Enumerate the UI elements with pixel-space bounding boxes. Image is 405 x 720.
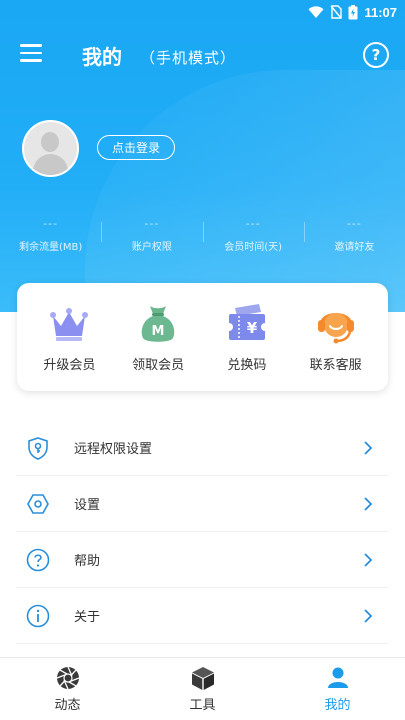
wifi-icon — [308, 5, 324, 18]
redeem-code-button[interactable]: ¥ 兑换码 — [206, 302, 288, 373]
settings-menu: 远程权限设置 设置 帮助 关于 — [16, 420, 389, 644]
card-label: 领取会员 — [132, 357, 185, 373]
stat-value: --- — [144, 217, 160, 230]
chevron-right-icon — [364, 496, 373, 511]
help-icon[interactable]: ? — [363, 42, 389, 68]
money-bag-icon: M — [141, 305, 175, 342]
menu-item-about[interactable]: 关于 — [16, 588, 389, 644]
stat-value: --- — [245, 217, 261, 230]
stat-label: 账户权限 — [131, 242, 172, 253]
status-bar: 11:07 — [0, 0, 405, 24]
stat-remaining-traffic[interactable]: --- 剩余流量(MB) — [0, 218, 101, 258]
menu-icon[interactable] — [20, 44, 42, 62]
aperture-icon — [56, 666, 79, 690]
bottom-tab-bar: 动态 工具 我的 — [0, 657, 405, 720]
help-symbol: ? — [371, 46, 381, 64]
headset-icon — [317, 312, 354, 343]
no-sim-icon — [330, 5, 343, 19]
cube-icon — [191, 667, 214, 690]
info-icon — [26, 604, 50, 627]
stat-invite-friends[interactable]: --- 邀请好友 — [303, 217, 405, 258]
svg-text:M: M — [152, 324, 165, 339]
hex-settings-icon — [27, 493, 49, 514]
card-label: 联系客服 — [309, 357, 362, 373]
person-icon — [327, 667, 348, 688]
header-decoration — [85, 70, 405, 312]
tab-mine[interactable]: 我的 — [270, 658, 405, 720]
upgrade-member-button[interactable]: 升级会员 — [28, 302, 110, 373]
chevron-right-icon — [364, 608, 373, 623]
stat-member-days[interactable]: --- 会员时间(天) — [202, 217, 304, 258]
chevron-right-icon — [364, 552, 373, 567]
quick-actions-card: 升级会员 M 领取会员 ¥ 兑换码 联系客服 — [17, 283, 388, 391]
menu-item-label: 关于 — [74, 610, 101, 625]
svg-text:¥: ¥ — [247, 319, 258, 337]
battery-charging-icon — [348, 4, 358, 19]
stat-label: 会员时间(天) — [224, 242, 283, 253]
tab-feed[interactable]: 动态 — [0, 658, 135, 720]
tab-label: 动态 — [54, 698, 81, 713]
chevron-right-icon — [364, 440, 373, 455]
card-label: 兑换码 — [227, 357, 267, 373]
contact-support-button[interactable]: 联系客服 — [295, 302, 377, 373]
menu-item-remote-permission[interactable]: 远程权限设置 — [16, 420, 389, 476]
page-title: 我的 — [82, 45, 122, 69]
menu-item-label: 远程权限设置 — [74, 442, 153, 457]
card-label: 升级会员 — [43, 357, 96, 373]
shield-key-icon — [28, 436, 48, 460]
tab-label: 工具 — [189, 698, 216, 713]
app-bar: 我的 （手机模式） ? — [0, 30, 405, 80]
stat-account-permission[interactable]: --- 账户权限 — [101, 218, 202, 258]
tab-label: 我的 — [324, 698, 351, 713]
login-button[interactable]: 点击登录 — [97, 135, 175, 160]
menu-item-settings[interactable]: 设置 — [16, 476, 389, 532]
ticket-icon: ¥ — [224, 303, 269, 340]
tab-tools[interactable]: 工具 — [135, 658, 270, 720]
crown-icon — [50, 307, 89, 341]
menu-item-help[interactable]: 帮助 — [16, 532, 389, 588]
claim-member-button[interactable]: M 领取会员 — [117, 302, 199, 373]
stat-value: --- — [43, 217, 59, 230]
stat-label: 剩余流量(MB) — [18, 242, 83, 253]
menu-item-label: 帮助 — [74, 554, 101, 569]
profile-header: 11:07 我的 （手机模式） ? 点击登录 --- 剩余流量(MB) --- … — [0, 0, 405, 312]
status-time: 11:07 — [364, 4, 397, 20]
stat-label: 邀请好友 — [334, 242, 375, 253]
avatar[interactable] — [22, 120, 79, 177]
page-subtitle: （手机模式） — [140, 49, 237, 67]
stats-row: --- 剩余流量(MB) --- 账户权限 --- 会员时间(天) --- 邀请… — [0, 218, 405, 258]
stat-value: --- — [346, 217, 362, 230]
menu-item-label: 设置 — [74, 498, 101, 513]
help-circle-icon — [26, 548, 50, 571]
